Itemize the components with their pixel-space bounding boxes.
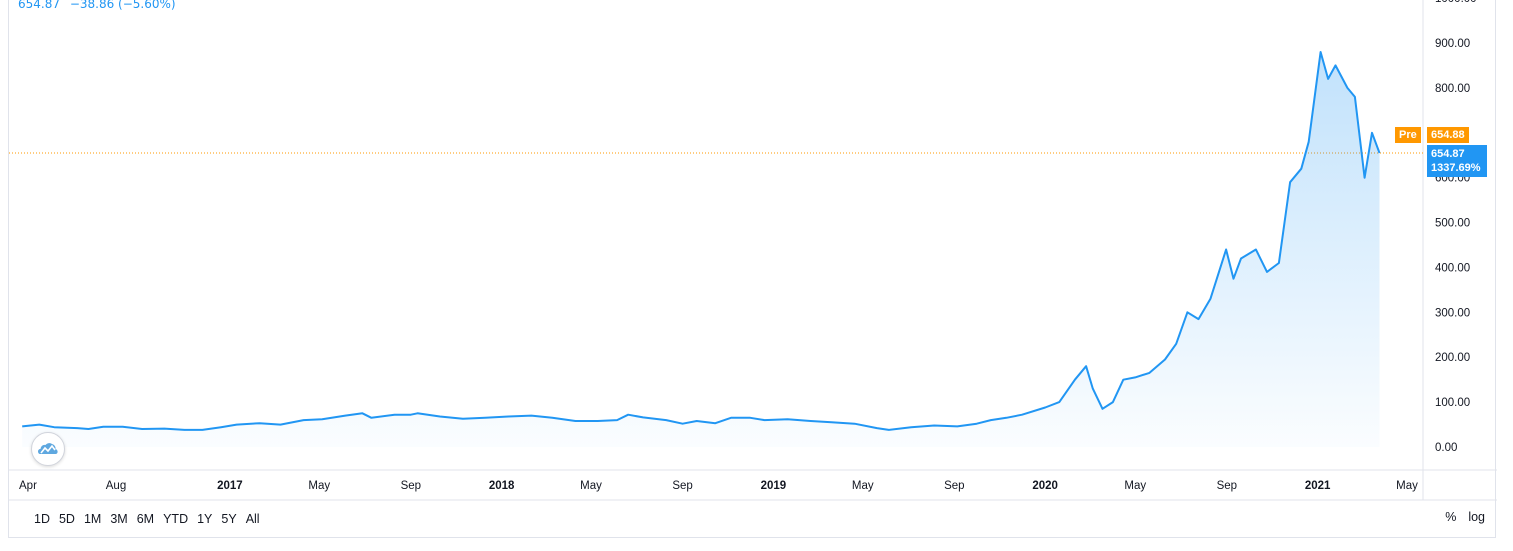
log-scale-button[interactable]: log <box>1468 510 1485 524</box>
pre-value-tag: 654.88 <box>1427 127 1469 143</box>
range-1m-button[interactable]: 1M <box>80 510 106 528</box>
x-tick-label: May <box>852 480 874 492</box>
range-ytd-button[interactable]: YTD <box>159 510 193 528</box>
y-tick-label: 300.00 <box>1435 307 1470 319</box>
range-5y-button[interactable]: 5Y <box>217 510 241 528</box>
x-tick-label: 2018 <box>489 480 515 492</box>
time-range-selector: 1D 5D 1M 3M 6M YTD 1Y 5Y All <box>30 510 265 528</box>
x-tick-label: May <box>580 480 602 492</box>
x-tick-label: Aug <box>106 480 126 492</box>
y-tick-label: 900.00 <box>1435 38 1470 50</box>
x-tick-label: Sep <box>944 480 964 492</box>
pre-value: 654.88 <box>1431 129 1465 141</box>
chart-frame: 654.87 −38.86 (−5.60%) 0.00 100.00 200.00 3… <box>8 0 1497 538</box>
range-5d-button[interactable]: 5D <box>55 510 80 528</box>
price-area-fill <box>22 52 1380 447</box>
range-1d-button[interactable]: 1D <box>30 510 55 528</box>
x-tick-label: 2017 <box>217 480 243 492</box>
last-price-value: 654.87 <box>1431 148 1465 160</box>
pre-market-tag: Pre <box>1395 127 1421 143</box>
x-tick-label: 2019 <box>761 480 787 492</box>
x-tick-label: May <box>1396 480 1418 492</box>
x-tick-label: May <box>1124 480 1146 492</box>
y-tick-label: 100.00 <box>1435 397 1470 409</box>
last-price-percent: 1337.69% <box>1431 162 1481 174</box>
x-tick-label: May <box>308 480 330 492</box>
range-1y-button[interactable]: 1Y <box>193 510 217 528</box>
y-tick-label: 200.00 <box>1435 352 1470 364</box>
x-tick-label: Apr <box>19 480 37 492</box>
y-tick-label: 800.00 <box>1435 83 1470 95</box>
x-tick-label: Sep <box>401 480 421 492</box>
y-tick-label: 500.00 <box>1435 218 1470 230</box>
range-6m-button[interactable]: 6M <box>133 510 159 528</box>
x-tick-label: 2021 <box>1305 480 1331 492</box>
percent-scale-button[interactable]: % <box>1445 510 1456 524</box>
x-tick-label: Sep <box>672 480 692 492</box>
y-tick-label-top: 1000.00 <box>1435 0 1477 5</box>
tradingview-logo-icon[interactable] <box>31 432 65 466</box>
scale-toggles: % log <box>1445 510 1485 524</box>
price-chart[interactable]: 0.00100.00200.00300.00400.00500.00600.00… <box>9 0 1497 538</box>
y-tick-label: 0.00 <box>1435 442 1457 454</box>
range-all-button[interactable]: All <box>242 510 265 528</box>
last-price-tag: 654.87 1337.69% <box>1427 145 1487 177</box>
y-tick-label: 400.00 <box>1435 262 1470 274</box>
x-tick-label: Sep <box>1217 480 1237 492</box>
range-3m-button[interactable]: 3M <box>106 510 132 528</box>
x-tick-label: 2020 <box>1032 480 1058 492</box>
pre-label: Pre <box>1399 129 1417 141</box>
